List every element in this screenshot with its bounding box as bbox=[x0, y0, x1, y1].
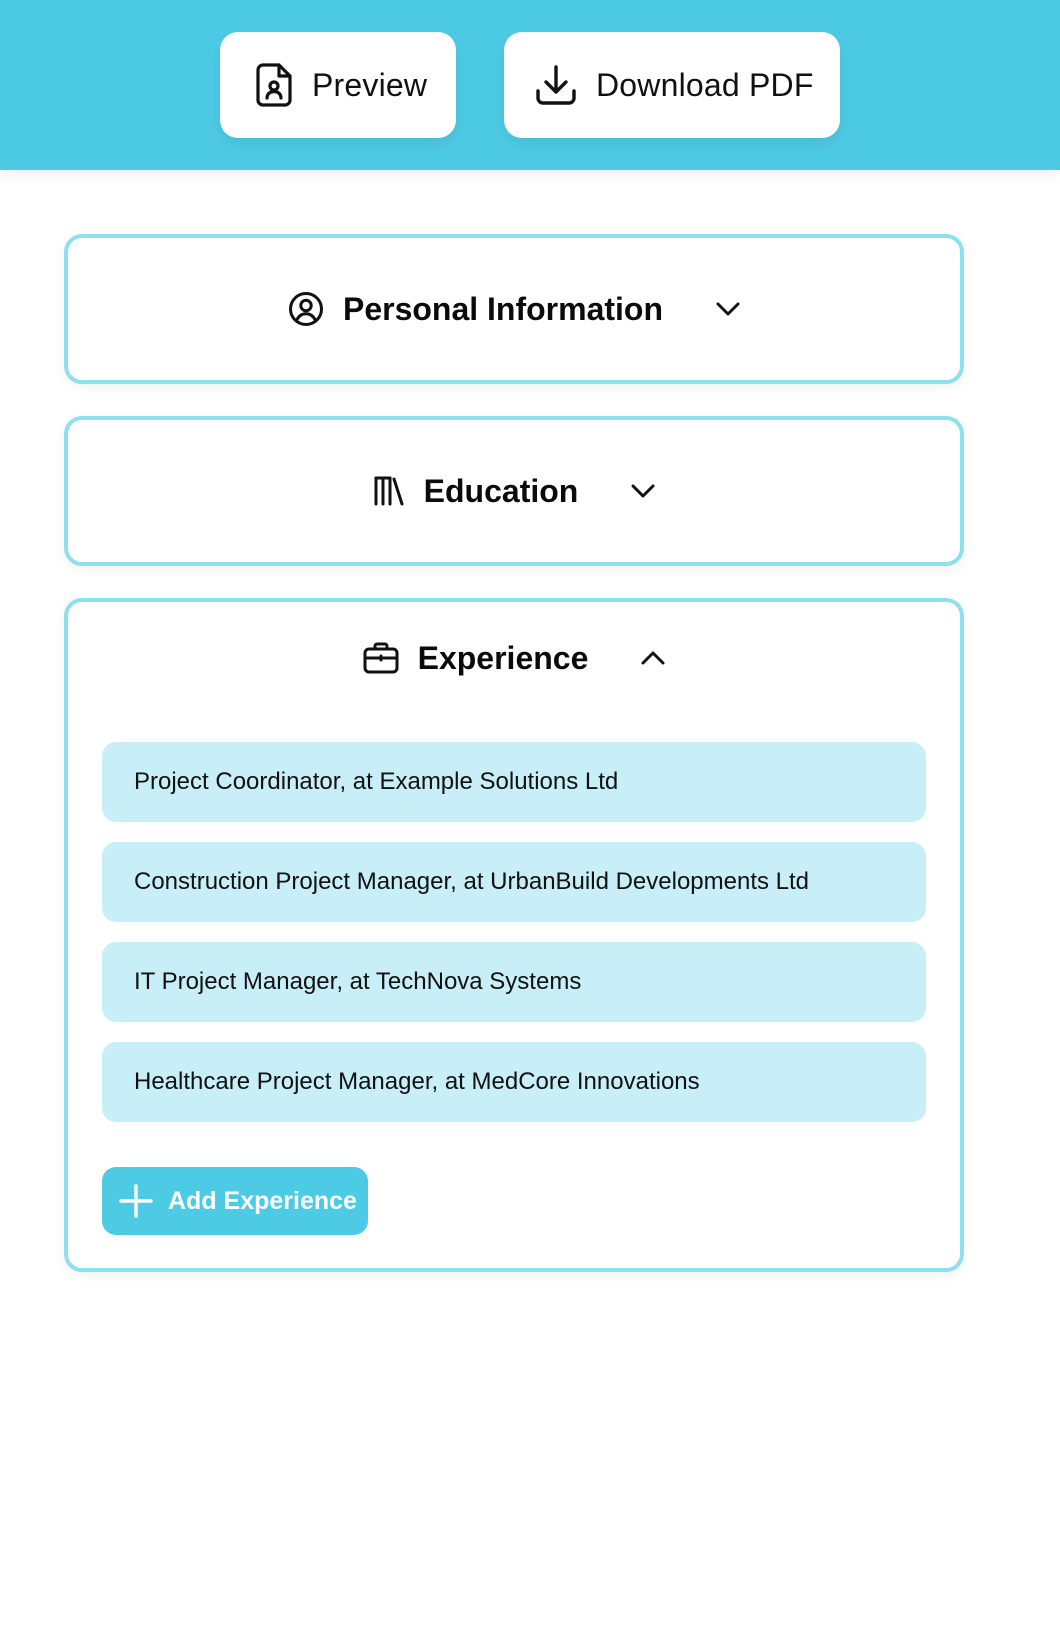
briefcase-icon bbox=[362, 641, 400, 675]
personal-information-title: Personal Information bbox=[342, 290, 664, 327]
experience-header[interactable]: Experience bbox=[68, 630, 960, 686]
personal-information-header[interactable]: Personal Information bbox=[68, 238, 960, 380]
education-section: Education bbox=[64, 416, 964, 566]
personal-information-section: Personal Information bbox=[64, 234, 964, 384]
library-icon bbox=[372, 474, 406, 508]
top-toolbar: Preview Download PDF bbox=[0, 0, 1060, 170]
experience-item[interactable]: IT Project Manager, at TechNova Systems bbox=[102, 942, 926, 1022]
preview-label: Preview bbox=[312, 66, 428, 103]
education-title: Education bbox=[423, 472, 579, 509]
download-pdf-label: Download PDF bbox=[596, 66, 814, 103]
chevron-down-icon[interactable] bbox=[715, 301, 741, 317]
file-user-icon bbox=[254, 62, 294, 108]
add-experience-button[interactable]: Add Experience bbox=[102, 1167, 368, 1235]
chevron-down-icon[interactable] bbox=[630, 483, 656, 499]
experience-item[interactable]: Construction Project Manager, at UrbanBu… bbox=[102, 842, 926, 922]
download-icon bbox=[534, 63, 578, 107]
user-circle-icon bbox=[287, 290, 325, 328]
add-experience-label: Add Experience bbox=[168, 1186, 357, 1215]
experience-item[interactable]: Project Coordinator, at Example Solution… bbox=[102, 742, 926, 822]
download-pdf-button[interactable]: Download PDF bbox=[504, 32, 840, 138]
experience-item[interactable]: Healthcare Project Manager, at MedCore I… bbox=[102, 1042, 926, 1122]
experience-title: Experience bbox=[417, 639, 589, 676]
experience-section: Experience Project Coordinator, at Examp… bbox=[64, 598, 964, 1272]
chevron-up-icon[interactable] bbox=[640, 650, 666, 666]
education-header[interactable]: Education bbox=[68, 420, 960, 562]
preview-button[interactable]: Preview bbox=[220, 32, 456, 138]
plus-icon bbox=[118, 1183, 154, 1219]
